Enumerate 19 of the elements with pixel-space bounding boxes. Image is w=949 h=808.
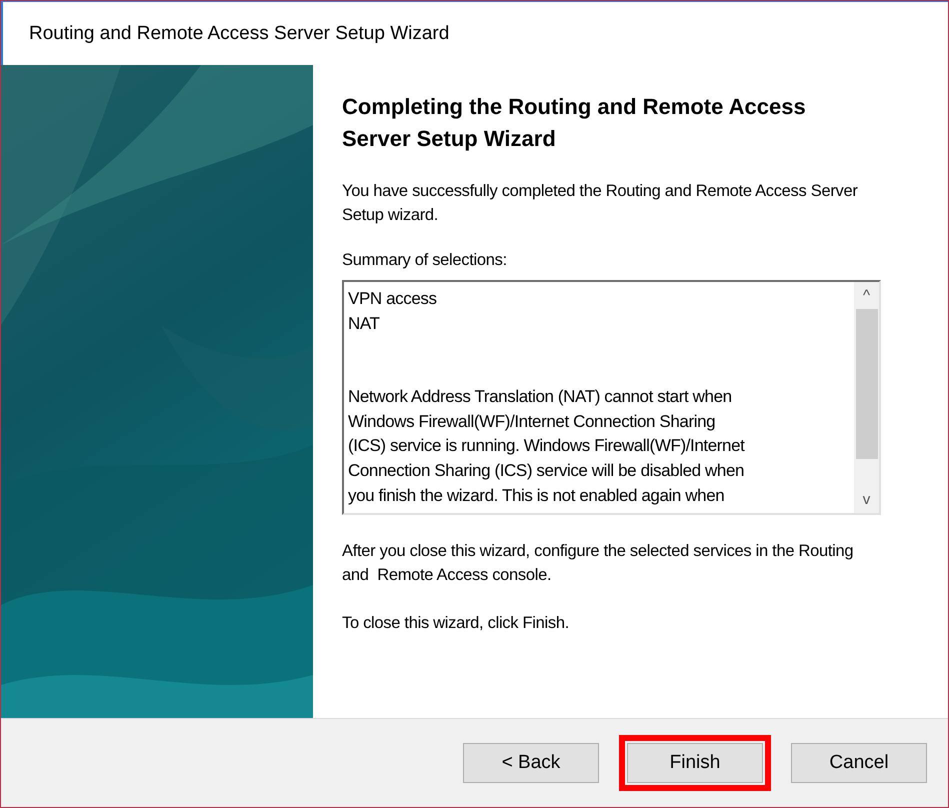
close-hint: To close this wizard, click Finish. — [342, 613, 570, 634]
after-text: After you close this wizard, configure the selected services in the Routing and Remote Access console. — [342, 541, 854, 586]
summary-note-line: Network Address Translation (NAT) cannot start when — [348, 386, 733, 408]
summary-note-line: Windows Firewall(WF)/Internet Connection Sharing — [348, 410, 716, 433]
wizard-heading: Completing the Routing and Remote Access Server Setup Wizard — [342, 93, 807, 153]
summary-item: NAT — [348, 312, 381, 335]
scroll-down-icon[interactable]: v — [862, 486, 870, 513]
wizard-button[interactable]: Cancel — [791, 743, 927, 783]
window-title: Routing and Remote Access Server Setup Wizard — [29, 22, 450, 44]
scroll-up-icon[interactable]: ^ — [862, 282, 870, 309]
summary-label: Summary of selections: — [342, 250, 508, 271]
summary-note-line: (ICS) service is running. Windows Firewall(WF)/Internet — [348, 435, 746, 458]
intro-text: You have successfully completed the Routing and Remote Access Server Setup wizard. — [342, 181, 859, 226]
wizard-button[interactable]: Finish — [627, 743, 763, 783]
summary-note-line: you finish the wizard. This is not enabled again when — [348, 484, 726, 507]
wizard-button[interactable]: < Back — [463, 743, 599, 783]
summary-item: VPN access — [348, 288, 438, 310]
scrollbar[interactable]: ^ v — [854, 282, 879, 513]
summary-note-line: Connection Sharing (ICS) service will be disabled when — [348, 460, 746, 482]
